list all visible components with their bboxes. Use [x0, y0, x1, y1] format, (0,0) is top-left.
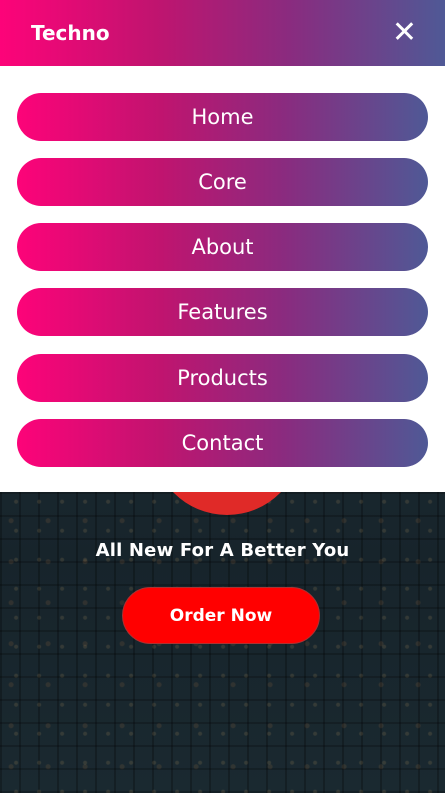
menu-item-products[interactable]: Products: [17, 354, 428, 402]
order-now-button[interactable]: Order Now: [122, 587, 320, 644]
menu-item-about[interactable]: About: [17, 223, 428, 271]
close-icon[interactable]: ✕: [392, 18, 417, 48]
menu-item-features[interactable]: Features: [17, 288, 428, 336]
menu-item-contact[interactable]: Contact: [17, 419, 428, 467]
hero-tagline: All New For A Better You: [95, 540, 350, 561]
menu-item-home[interactable]: Home: [17, 93, 428, 141]
menu-item-core[interactable]: Core: [17, 158, 428, 206]
page: All New For A Better You Order Now Techn…: [0, 0, 445, 793]
brand-logo[interactable]: Techno: [31, 21, 110, 45]
header: Techno ✕: [0, 0, 445, 66]
menu-panel: Home Core About Features Products Contac…: [0, 66, 445, 492]
